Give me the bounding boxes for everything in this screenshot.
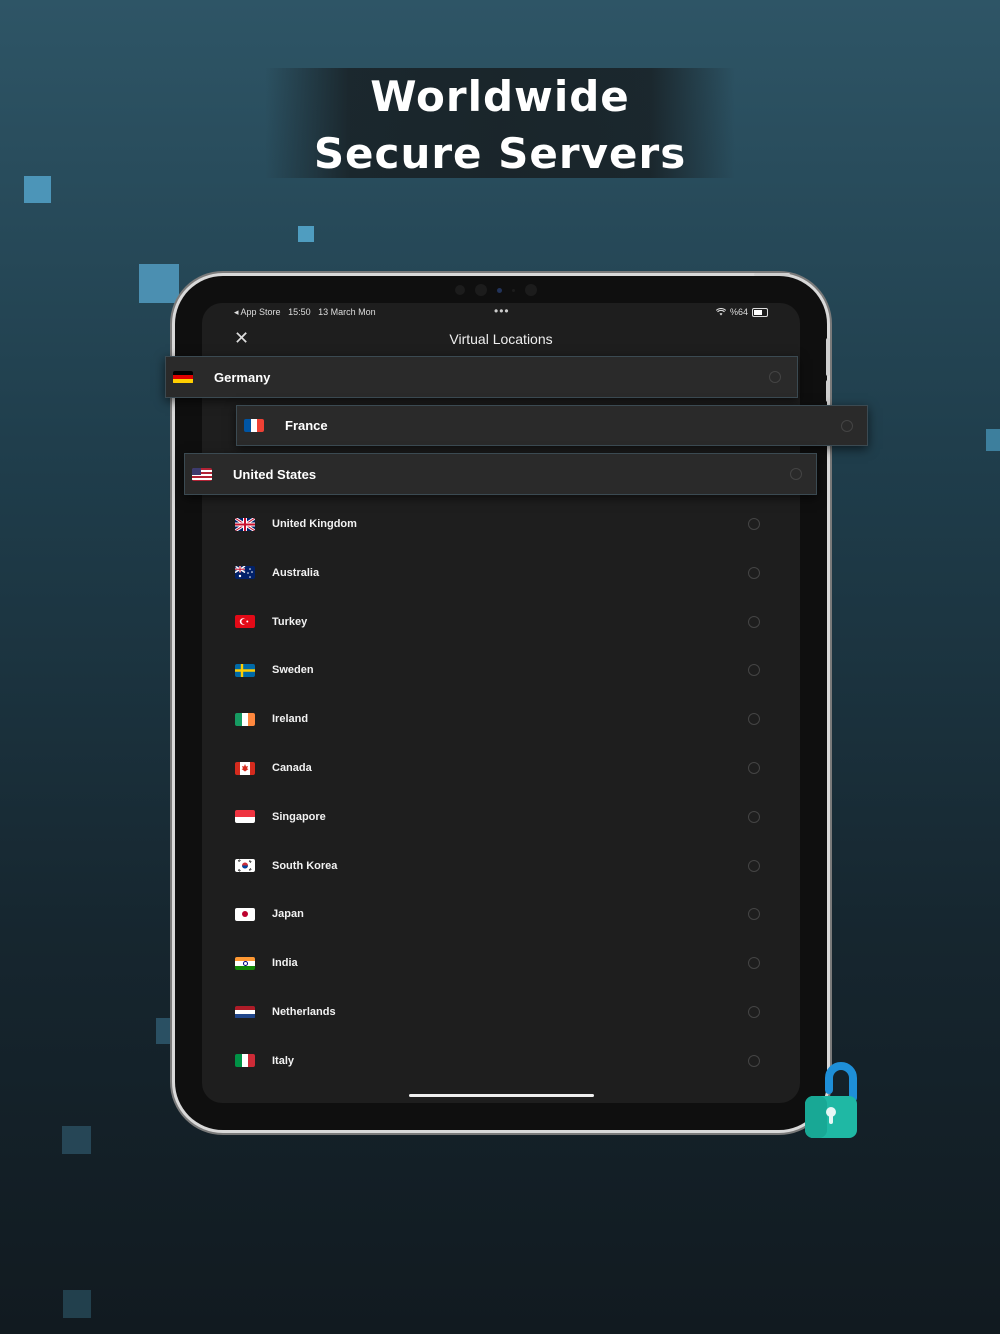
country-row-canada[interactable]: Canada: [202, 754, 800, 782]
radio-button[interactable]: [748, 713, 760, 726]
country-label: United States: [233, 466, 317, 482]
radio-button[interactable]: [748, 1006, 760, 1018]
country-label: Japan: [272, 908, 304, 921]
radio-button[interactable]: [748, 762, 760, 774]
country-row-united-kingdom[interactable]: United Kingdom: [202, 510, 800, 538]
country-row-ireland[interactable]: Ireland: [202, 705, 800, 733]
country-label: Sweden: [272, 664, 314, 677]
featured-card-france[interactable]: France: [236, 405, 868, 446]
flag-gb-icon: [235, 517, 255, 531]
radio-button[interactable]: [748, 664, 760, 677]
hero-headline: Worldwide Secure Servers: [265, 68, 735, 178]
status-right: %64: [715, 307, 768, 317]
flag-ie-icon: [235, 712, 255, 726]
featured-card-united-states[interactable]: United States: [184, 453, 817, 495]
flag-tr-icon: [235, 615, 255, 629]
home-indicator: [409, 1094, 594, 1097]
flag-ca-icon: [235, 761, 255, 775]
country-label: India: [272, 957, 298, 970]
status-time: 15:50: [288, 307, 311, 317]
country-label: Germany: [214, 369, 271, 385]
flag-sg-icon: [235, 810, 255, 824]
flag-kr-icon: [235, 859, 255, 873]
country-row-india[interactable]: India: [202, 949, 800, 977]
country-row-turkey[interactable]: Turkey: [202, 608, 800, 636]
wifi-icon: [715, 308, 726, 316]
volume-button: [826, 338, 830, 376]
decor-square: [24, 176, 51, 203]
country-label: Ireland: [272, 713, 309, 726]
country-label: Turkey: [272, 615, 308, 628]
hero-line-2: Secure Servers: [313, 129, 687, 178]
flag-in-icon: [235, 956, 255, 970]
volume-button: [826, 380, 830, 402]
flag-france-icon: [244, 419, 264, 432]
country-label: France: [285, 418, 328, 433]
radio-button[interactable]: [748, 957, 760, 970]
battery-icon: [752, 307, 768, 317]
country-label: Australia: [272, 566, 320, 579]
status-bar: ◂ App Store 15:50 13 March Mon ••• %64: [202, 303, 800, 321]
radio-button[interactable]: [748, 615, 760, 628]
status-left: ◂ App Store 15:50 13 March Mon: [234, 307, 376, 318]
radio-button[interactable]: [790, 468, 802, 480]
camera-array: [455, 284, 537, 296]
padlock-icon: [805, 1062, 857, 1138]
radio-button[interactable]: [748, 1054, 760, 1067]
radio-button[interactable]: [748, 518, 760, 530]
page-title: Virtual Locations: [449, 331, 553, 347]
hero-line-1: Worldwide: [370, 72, 630, 121]
country-row-singapore[interactable]: Singapore: [202, 803, 800, 831]
flag-germany-icon: [173, 370, 193, 384]
flag-au-icon: [235, 566, 255, 580]
decor-square: [62, 1126, 91, 1154]
decor-square: [139, 264, 179, 303]
country-label: Singapore: [272, 810, 326, 823]
country-label: South Korea: [272, 859, 338, 872]
flag-nl-icon: [235, 1005, 255, 1019]
featured-card-germany[interactable]: Germany: [165, 356, 798, 398]
country-row-australia[interactable]: Australia: [202, 559, 800, 587]
flag-se-icon: [235, 663, 255, 677]
decor-square: [986, 429, 1000, 451]
power-button: [754, 273, 790, 276]
country-row-south-korea[interactable]: South Korea: [202, 852, 800, 880]
country-row-italy[interactable]: Italy: [202, 1047, 800, 1075]
flag-united-states-icon: [192, 467, 212, 481]
flag-jp-icon: [235, 907, 255, 921]
radio-button[interactable]: [748, 810, 760, 823]
country-row-netherlands[interactable]: Netherlands: [202, 998, 800, 1026]
country-label: United Kingdom: [272, 518, 357, 530]
flag-it-icon: [235, 1054, 255, 1068]
decor-square: [63, 1290, 91, 1318]
country-label: Canada: [272, 762, 312, 774]
back-to-app-store[interactable]: ◂ App Store: [234, 307, 281, 317]
country-label: Italy: [272, 1054, 295, 1067]
multitask-dots-icon[interactable]: •••: [494, 304, 510, 318]
radio-button[interactable]: [748, 908, 760, 921]
country-label: Netherlands: [272, 1006, 336, 1018]
radio-button[interactable]: [841, 420, 853, 432]
radio-button[interactable]: [769, 371, 781, 383]
radio-button[interactable]: [748, 859, 760, 872]
radio-button[interactable]: [748, 566, 760, 579]
decor-square: [298, 226, 314, 242]
battery-percent: %64: [729, 307, 748, 317]
status-date: 13 March Mon: [318, 307, 376, 317]
country-row-sweden[interactable]: Sweden: [202, 656, 800, 684]
country-row-japan[interactable]: Japan: [202, 900, 800, 928]
